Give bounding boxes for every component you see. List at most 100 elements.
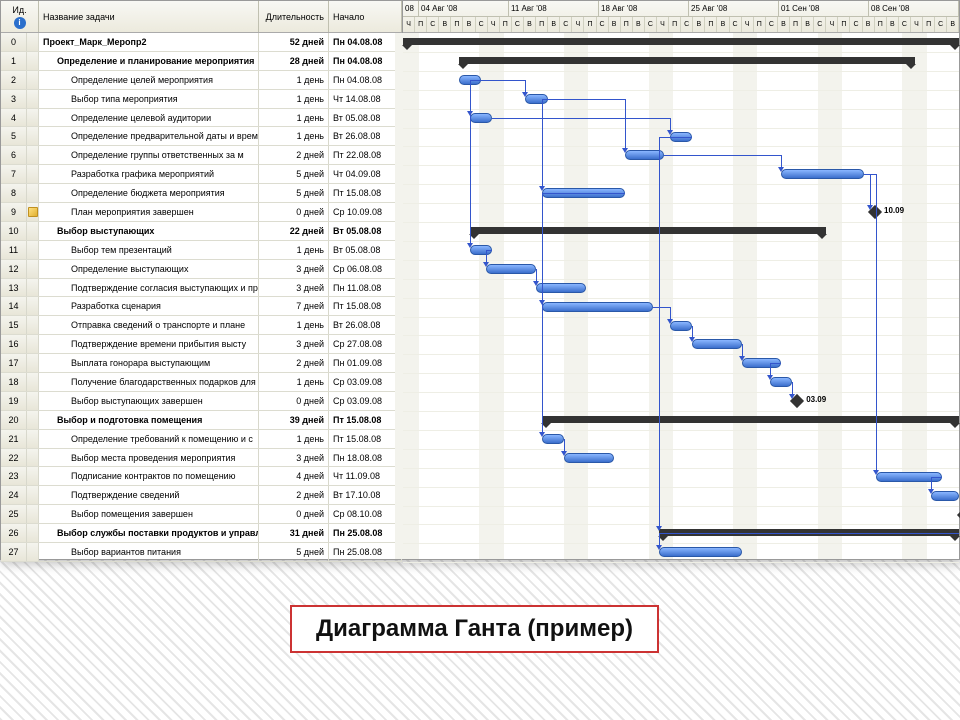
task-name-cell[interactable]: Выбор помещения завершен (39, 505, 259, 523)
task-start-cell[interactable]: Пт 15.08.08 (329, 411, 402, 429)
task-duration-cell[interactable]: 3 дней (259, 449, 329, 467)
gantt-chart[interactable]: 0804 Авг '0811 Авг '0818 Авг '0825 Авг '… (403, 1, 959, 559)
task-start-cell[interactable]: Пн 04.08.08 (329, 52, 402, 70)
task-name-cell[interactable]: Разработка графика мероприятий (39, 165, 259, 183)
task-name-cell[interactable]: Выбор и подготовка помещения (39, 411, 259, 429)
task-start-cell[interactable]: Ср 10.09.08 (329, 203, 402, 221)
table-row[interactable]: 15Отправка сведений о транспорте и плане… (1, 316, 402, 335)
table-row[interactable]: 18Получение благодарственных подарков дл… (1, 373, 402, 392)
task-name-cell[interactable]: Выбор места проведения мероприятия (39, 449, 259, 467)
table-row[interactable]: 17Выплата гонорара выступающим2 днейПн 0… (1, 354, 402, 373)
table-row[interactable]: 27Выбор вариантов питания5 днейПн 25.08.… (1, 543, 402, 562)
task-name-cell[interactable]: Выплата гонорара выступающим (39, 354, 259, 372)
summary-bar[interactable] (470, 227, 826, 234)
task-name-cell[interactable]: Выбор типа мероприятия (39, 90, 259, 108)
table-row[interactable]: 24Подтверждение сведений2 днейВт 17.10.0… (1, 486, 402, 505)
task-name-cell[interactable]: Определение целевой аудитории (39, 109, 259, 127)
task-duration-cell[interactable]: 1 день (259, 71, 329, 89)
task-duration-cell[interactable]: 1 день (259, 241, 329, 259)
table-row[interactable]: 9План мероприятия завершен0 днейСр 10.09… (1, 203, 402, 222)
task-start-cell[interactable]: Пн 25.08.08 (329, 543, 402, 561)
task-duration-cell[interactable]: 5 дней (259, 165, 329, 183)
task-start-cell[interactable]: Пн 01.09.08 (329, 354, 402, 372)
task-start-cell[interactable]: Пн 04.08.08 (329, 71, 402, 89)
table-row[interactable]: 10Выбор выступающих22 днейВт 05.08.08 (1, 222, 402, 241)
task-name-cell[interactable]: Определение целей мероприятия (39, 71, 259, 89)
task-duration-cell[interactable]: 2 дней (259, 146, 329, 164)
task-duration-cell[interactable]: 1 день (259, 373, 329, 391)
table-row[interactable]: 20Выбор и подготовка помещения39 днейПт … (1, 411, 402, 430)
task-start-cell[interactable]: Пт 22.08.08 (329, 146, 402, 164)
task-name-cell[interactable]: Определение выступающих (39, 260, 259, 278)
task-start-cell[interactable]: Ср 03.09.08 (329, 392, 402, 410)
task-name-cell[interactable]: Отправка сведений о транспорте и плане (39, 316, 259, 334)
task-bar[interactable] (486, 264, 536, 274)
task-duration-cell[interactable]: 1 день (259, 430, 329, 448)
summary-bar[interactable] (542, 416, 959, 423)
table-row[interactable]: 16Подтверждение времени прибытия высту3 … (1, 335, 402, 354)
task-duration-cell[interactable]: 3 дней (259, 335, 329, 353)
summary-bar[interactable] (459, 57, 915, 64)
task-bar[interactable] (659, 547, 742, 557)
task-start-cell[interactable]: Пт 15.08.08 (329, 184, 402, 202)
task-start-cell[interactable]: Вт 26.08.08 (329, 316, 402, 334)
col-header-duration[interactable]: Длительность (259, 1, 329, 32)
task-duration-cell[interactable]: 0 дней (259, 505, 329, 523)
task-start-cell[interactable]: Вт 05.08.08 (329, 241, 402, 259)
table-row[interactable]: 6Определение группы ответственных за м2 … (1, 146, 402, 165)
task-name-cell[interactable]: Подтверждение времени прибытия высту (39, 335, 259, 353)
task-name-cell[interactable]: Выбор вариантов питания (39, 543, 259, 561)
task-duration-cell[interactable]: 5 дней (259, 543, 329, 561)
table-row[interactable]: 23Подписание контрактов по помещению4 дн… (1, 467, 402, 486)
task-duration-cell[interactable]: 28 дней (259, 52, 329, 70)
task-start-cell[interactable]: Вт 05.08.08 (329, 109, 402, 127)
task-name-cell[interactable]: Разработка сценария (39, 297, 259, 315)
task-name-cell[interactable]: Подписание контрактов по помещению (39, 467, 259, 485)
task-name-cell[interactable]: Выбор службы поставки продуктов и управл… (39, 524, 259, 542)
task-duration-cell[interactable]: 0 дней (259, 392, 329, 410)
task-duration-cell[interactable]: 2 дней (259, 486, 329, 504)
task-start-cell[interactable]: Пн 04.08.08 (329, 33, 402, 51)
task-name-cell[interactable]: Определение группы ответственных за м (39, 146, 259, 164)
task-start-cell[interactable]: Чт 04.09.08 (329, 165, 402, 183)
table-row[interactable]: 11Выбор тем презентаций1 деньВт 05.08.08 (1, 241, 402, 260)
task-duration-cell[interactable]: 31 дней (259, 524, 329, 542)
task-name-cell[interactable]: Определение бюджета мероприятия (39, 184, 259, 202)
table-row[interactable]: 13Подтверждение согласия выступающих и п… (1, 279, 402, 298)
task-name-cell[interactable]: Определение требований к помещению и с (39, 430, 259, 448)
task-bar[interactable] (564, 453, 614, 463)
table-row[interactable]: 7Разработка графика мероприятий5 днейЧт … (1, 165, 402, 184)
task-name-cell[interactable]: Определение предварительной даты и време… (39, 127, 259, 145)
table-row[interactable]: 26Выбор службы поставки продуктов и упра… (1, 524, 402, 543)
task-bar[interactable] (770, 377, 792, 387)
table-row[interactable]: 21Определение требований к помещению и с… (1, 430, 402, 449)
task-duration-cell[interactable]: 5 дней (259, 184, 329, 202)
table-row[interactable]: 8Определение бюджета мероприятия5 днейПт… (1, 184, 402, 203)
task-name-cell[interactable]: Получение благодарственных подарков для … (39, 373, 259, 391)
task-duration-cell[interactable]: 1 день (259, 316, 329, 334)
summary-bar[interactable] (403, 38, 959, 45)
task-start-cell[interactable]: Вт 17.10.08 (329, 486, 402, 504)
task-start-cell[interactable]: Чт 11.09.08 (329, 467, 402, 485)
col-header-name[interactable]: Название задачи (39, 1, 259, 32)
task-duration-cell[interactable]: 3 дней (259, 279, 329, 297)
task-bar[interactable] (931, 491, 959, 501)
table-row[interactable]: 3Выбор типа мероприятия1 деньЧт 14.08.08 (1, 90, 402, 109)
col-header-id[interactable]: Ид. i (1, 1, 39, 32)
task-duration-cell[interactable]: 1 день (259, 109, 329, 127)
task-start-cell[interactable]: Ср 08.10.08 (329, 505, 402, 523)
table-row[interactable]: 19Выбор выступающих завершен0 днейСр 03.… (1, 392, 402, 411)
col-header-start[interactable]: Начало (329, 1, 402, 32)
task-start-cell[interactable]: Вт 26.08.08 (329, 127, 402, 145)
task-start-cell[interactable]: Пн 25.08.08 (329, 524, 402, 542)
task-name-cell[interactable]: Подтверждение согласия выступающих и про… (39, 279, 259, 297)
task-start-cell[interactable]: Чт 14.08.08 (329, 90, 402, 108)
task-bar[interactable] (542, 434, 564, 444)
task-start-cell[interactable]: Пн 18.08.08 (329, 449, 402, 467)
task-name-cell[interactable]: Выбор выступающих (39, 222, 259, 240)
task-name-cell[interactable]: Проект_Марк_Меропр2 (39, 33, 259, 51)
task-duration-cell[interactable]: 39 дней (259, 411, 329, 429)
task-bar[interactable] (781, 169, 864, 179)
task-duration-cell[interactable]: 7 дней (259, 297, 329, 315)
table-row[interactable]: 4Определение целевой аудитории1 деньВт 0… (1, 109, 402, 128)
